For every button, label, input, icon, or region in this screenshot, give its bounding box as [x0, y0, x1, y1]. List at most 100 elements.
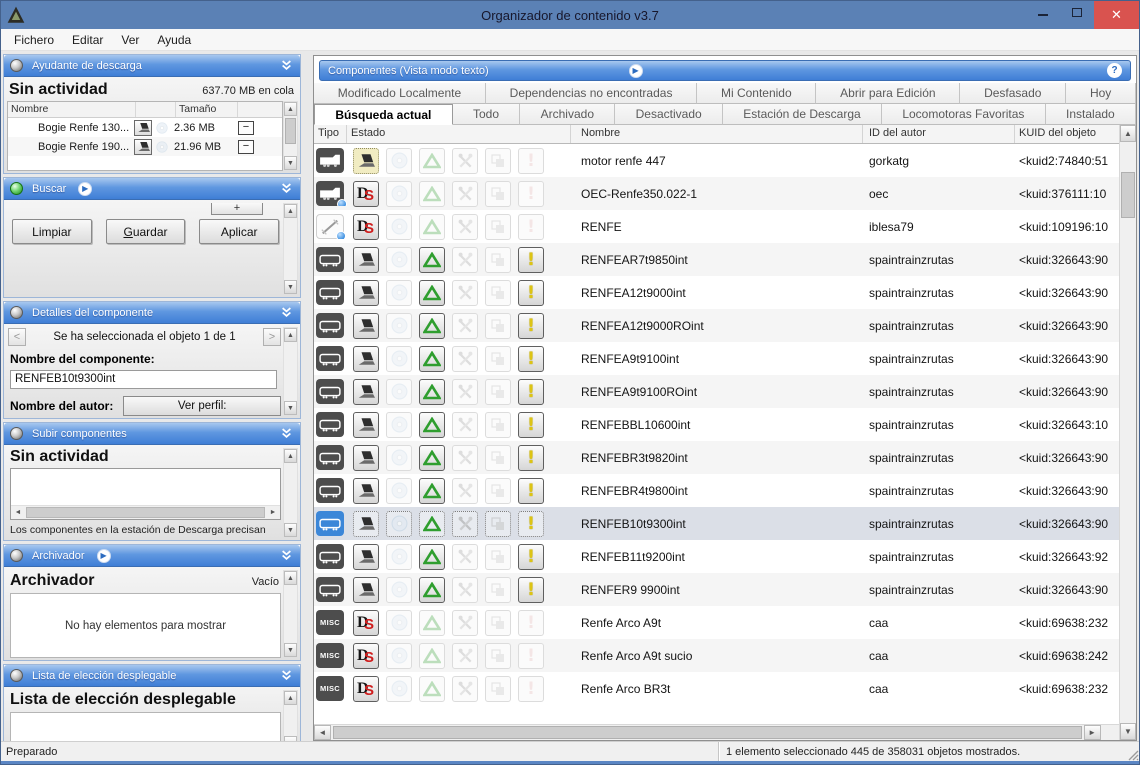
tools-icon[interactable] [452, 346, 478, 372]
modified-triangle-icon[interactable] [419, 544, 445, 570]
modified-triangle-icon[interactable] [419, 280, 445, 306]
copy-icon[interactable] [485, 511, 511, 537]
next-object-button[interactable]: > [263, 328, 281, 346]
warning-exclamation-icon[interactable]: ! [518, 478, 544, 504]
tab-locomotoras-favoritas[interactable]: Locomotoras Favoritas [882, 104, 1046, 125]
panel-header-details[interactable]: Detalles del componente [4, 302, 300, 324]
table-row[interactable]: MISC DS ! RENFEA9t91 [314, 375, 1119, 408]
splitter[interactable] [301, 54, 313, 741]
modified-triangle-icon[interactable] [419, 412, 445, 438]
warning-exclamation-icon[interactable]: ! [518, 544, 544, 570]
limpiar-button[interactable]: Limpiar [12, 219, 92, 244]
copy-icon[interactable] [485, 313, 511, 339]
components-panel-header[interactable]: Componentes (Vista modo texto) ▶ ? [319, 60, 1131, 81]
modified-triangle-icon[interactable] [419, 676, 445, 702]
scrollbar[interactable]: ▲ ▼ [283, 101, 298, 171]
disc-icon[interactable] [386, 379, 412, 405]
tools-icon[interactable] [452, 412, 478, 438]
copy-icon[interactable] [485, 214, 511, 240]
scrollbar[interactable]: ▲ ▼ [283, 203, 298, 295]
installed-laptop-icon[interactable]: DS [353, 478, 379, 504]
scroll-thumb[interactable] [26, 507, 265, 518]
tools-icon[interactable] [452, 478, 478, 504]
tab-estaci-n-de-descarga[interactable]: Estación de Descarga [723, 104, 882, 125]
disc-icon[interactable] [386, 148, 412, 174]
scroll-up-icon[interactable]: ▲ [284, 691, 297, 705]
column-header-estado[interactable]: Estado [347, 125, 571, 143]
copy-icon[interactable] [485, 478, 511, 504]
table-row[interactable]: MISC DS ! RENFEB10t9 [314, 507, 1119, 540]
column-header-autor[interactable]: ID del autor [863, 125, 1015, 143]
tab-instalado[interactable]: Instalado [1046, 104, 1136, 125]
tab-mi-contenido[interactable]: Mi Contenido [697, 83, 816, 104]
disc-icon[interactable] [386, 214, 412, 240]
installed-laptop-icon[interactable]: DS [353, 214, 379, 240]
tools-icon[interactable] [452, 511, 478, 537]
tab-dependencias-no-encontradas[interactable]: Dependencias no encontradas [486, 83, 697, 104]
collapse-chevron-icon[interactable] [278, 58, 294, 74]
warning-exclamation-icon[interactable]: ! [518, 214, 544, 240]
installed-laptop-icon[interactable]: DS [353, 676, 379, 702]
title-bar[interactable]: Organizador de contenido v3.7 ✕ [1, 1, 1139, 29]
disc-icon[interactable] [386, 478, 412, 504]
table-row[interactable]: MISC DS ! Renfe Arco [314, 672, 1119, 705]
installed-laptop-icon[interactable]: DS [353, 148, 379, 174]
menu-ver[interactable]: Ver [112, 31, 148, 49]
view-profile-button[interactable]: Ver perfil: [123, 396, 281, 416]
warning-exclamation-icon[interactable]: ! [518, 511, 544, 537]
column-header-nombre[interactable]: Nombre [8, 102, 136, 117]
installed-laptop-icon[interactable]: DS [353, 643, 379, 669]
scroll-right-icon[interactable]: ► [266, 507, 280, 519]
collapse-chevron-icon[interactable] [278, 548, 294, 564]
column-header-kuid[interactable]: KUID del objeto [1015, 125, 1119, 143]
copy-icon[interactable] [485, 577, 511, 603]
warning-exclamation-icon[interactable]: ! [518, 280, 544, 306]
table-row[interactable]: MISC DS ! RENFE [314, 210, 1119, 243]
warning-exclamation-icon[interactable]: ! [518, 181, 544, 207]
modified-triangle-icon[interactable] [419, 247, 445, 273]
tab-desactivado[interactable]: Desactivado [615, 104, 723, 125]
disc-icon[interactable] [386, 544, 412, 570]
table-row[interactable]: MISC DS ! RENFEAR7t9 [314, 243, 1119, 276]
modified-triangle-icon[interactable] [419, 148, 445, 174]
installed-laptop-icon[interactable]: DS [353, 544, 379, 570]
table-row[interactable]: MISC DS ! RENFEB11t9 [314, 540, 1119, 573]
table-row[interactable]: MISC DS ! RENFEBBL10 [314, 408, 1119, 441]
scroll-up-icon[interactable]: ▲ [284, 102, 297, 116]
copy-icon[interactable] [485, 346, 511, 372]
panel-header-download-helper[interactable]: Ayudante de descarga [4, 55, 300, 77]
table-row[interactable]: MISC DS ! motor renf [314, 144, 1119, 177]
copy-icon[interactable] [485, 280, 511, 306]
table-row[interactable]: MISC DS ! RENFEA12t9 [314, 276, 1119, 309]
scroll-down-icon[interactable]: ▼ [1120, 723, 1136, 740]
tab-archivado[interactable]: Archivado [520, 104, 615, 125]
menu-ayuda[interactable]: Ayuda [148, 31, 200, 49]
disc-icon[interactable] [386, 676, 412, 702]
installed-laptop-icon[interactable]: DS [353, 511, 379, 537]
tools-icon[interactable] [452, 544, 478, 570]
scroll-up-icon[interactable]: ▲ [1120, 125, 1136, 142]
table-row[interactable]: MISC DS ! RENFEA9t91 [314, 342, 1119, 375]
copy-icon[interactable] [485, 148, 511, 174]
tab-modificado-localmente[interactable]: Modificado Localmente [314, 83, 486, 104]
installed-laptop-icon[interactable]: DS [353, 412, 379, 438]
disc-icon[interactable] [386, 577, 412, 603]
horizontal-scrollbar[interactable]: ◄ ► [314, 724, 1119, 740]
panel-header-archiver[interactable]: Archivador ▶ [4, 545, 300, 567]
tab-hoy[interactable]: Hoy [1066, 83, 1136, 104]
warning-exclamation-icon[interactable]: ! [518, 313, 544, 339]
expand-arrow-icon[interactable]: ▶ [97, 549, 111, 563]
copy-icon[interactable] [485, 643, 511, 669]
tools-icon[interactable] [452, 643, 478, 669]
scroll-down-icon[interactable]: ▼ [284, 643, 297, 657]
laptop-icon[interactable] [134, 120, 152, 136]
download-queue-row[interactable]: Bogie Renfe 130... 2.36 MB − [8, 118, 282, 137]
modified-triangle-icon[interactable] [419, 346, 445, 372]
table-row[interactable]: MISC DS ! Renfe Arco [314, 639, 1119, 672]
guardar-button[interactable]: Guardar [106, 219, 186, 244]
disc-icon[interactable] [386, 313, 412, 339]
disc-icon[interactable] [386, 247, 412, 273]
warning-exclamation-icon[interactable]: ! [518, 643, 544, 669]
disc-icon[interactable] [386, 610, 412, 636]
disc-icon[interactable] [386, 280, 412, 306]
